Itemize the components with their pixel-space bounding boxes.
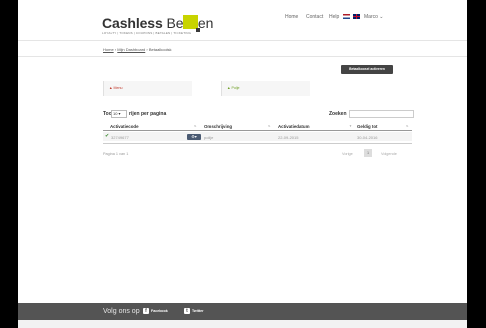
pagination-info: Pagina 1 van 1 [103, 152, 129, 156]
pagination-prev[interactable]: Vorige [342, 152, 353, 156]
dutch-flag-icon[interactable] [343, 14, 350, 19]
user-menu[interactable]: Marco ⌄ [364, 14, 383, 20]
chip-card[interactable]: ▲ Polje [221, 81, 310, 96]
search-label: Zoeken [329, 111, 347, 117]
tagline: LOYALTY | TOKENS | COUPONS | BETALEN | T… [102, 31, 192, 35]
cell-code: 32749677 [111, 135, 129, 140]
logo-bold: Cashless [102, 15, 163, 31]
sort-icon[interactable]: ⇅ [406, 124, 409, 128]
sort-icon[interactable]: ⇅ [268, 124, 271, 128]
per-page-label: rijen per pagina [129, 111, 167, 117]
table-row-border [103, 143, 412, 144]
logo-mark-icon [183, 15, 200, 32]
breadcrumb: Home › Mijn Dashboard › Betaalkoolsk [103, 47, 172, 52]
pagination-next[interactable]: Volgende [381, 152, 397, 156]
gear-icon: ⚙▾ [191, 134, 197, 139]
nav-home[interactable]: Home [285, 14, 298, 20]
col-header-valid[interactable]: Geldig tot [357, 124, 378, 129]
breadcrumb-sep: › [114, 47, 117, 52]
sort-icon[interactable]: ⇅ [194, 124, 197, 128]
menu-card-label: ▲ Menu [109, 86, 123, 90]
cell-date: 22-09-2015 [278, 135, 299, 140]
page-size-select[interactable]: 10 ▾ [111, 110, 127, 118]
breadcrumb-home[interactable]: Home [103, 47, 114, 52]
twitter-label: Twitter [192, 309, 204, 313]
col-header-description[interactable]: Omschrijving [204, 124, 232, 129]
footer: Volg ons op f Facebook t Twitter [18, 303, 467, 320]
breadcrumb-sep: › [146, 47, 148, 52]
facebook-icon: f [143, 308, 149, 314]
chip-card-label: ▲ Polje [227, 86, 240, 90]
header: Cashless Betalen LOYALTY | TOKENS | COUP… [18, 0, 467, 40]
breadcrumb-current: Betaalkoolsk [148, 47, 172, 52]
page: Cashless Betalen LOYALTY | TOKENS | COUP… [18, 0, 467, 328]
facebook-label: Facebook [151, 309, 168, 313]
row-actions-button[interactable]: ⚙▾ [187, 134, 201, 140]
table-header-border [103, 130, 412, 131]
check-icon: ✔ [105, 133, 110, 139]
nav-contact[interactable]: Contact [306, 14, 323, 20]
menu-card[interactable]: ▲ Menu [103, 81, 192, 96]
activate-button[interactable]: Betaalkoosel activeren [341, 65, 393, 74]
divider [18, 56, 467, 57]
cell-description: polije [204, 135, 214, 140]
col-header-date[interactable]: Activatiedatum [278, 124, 309, 129]
cell-valid-until: 30-04-2016 [357, 135, 378, 140]
twitter-icon: t [184, 308, 190, 314]
pagination-page[interactable]: 1 [364, 149, 372, 157]
uk-flag-icon[interactable] [353, 14, 360, 19]
follow-label: Volg ons op [103, 308, 140, 315]
search-input[interactable] [349, 110, 414, 118]
nav-help[interactable]: Help [329, 14, 339, 20]
twitter-link[interactable]: t Twitter [184, 308, 204, 314]
divider [18, 40, 467, 41]
sort-desc-icon[interactable]: ▼ [349, 124, 352, 128]
col-header-code[interactable]: Activatiecode [110, 124, 139, 129]
sub-footer [18, 320, 467, 328]
facebook-link[interactable]: f Facebook [143, 308, 168, 314]
breadcrumb-dashboard[interactable]: Mijn Dashboard [117, 47, 145, 52]
